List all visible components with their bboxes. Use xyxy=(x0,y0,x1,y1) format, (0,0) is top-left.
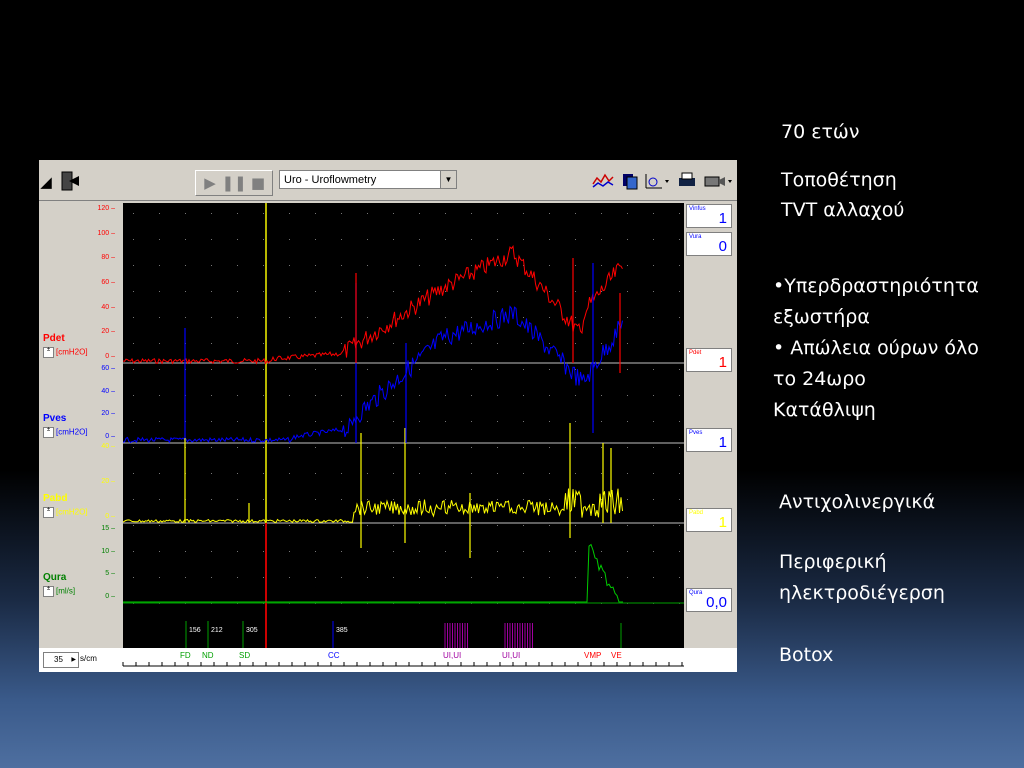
tick-pdet-100: 100 – xyxy=(97,229,115,237)
readout-pves: Pves 1 xyxy=(686,428,732,452)
up-down-icon[interactable]: ± xyxy=(43,347,54,358)
trace-pabd xyxy=(122,488,623,524)
event-ui-2: UI,UI xyxy=(502,651,520,660)
exit-door-icon[interactable] xyxy=(57,168,83,194)
tick-pdet-20: 20 – xyxy=(101,328,115,336)
mode-select-value: Uro - Uroflowmetry xyxy=(284,174,377,186)
tick-pabd-20: 20 – xyxy=(101,478,115,485)
trace-spikes xyxy=(184,258,621,558)
treatment-botox: Botox xyxy=(779,644,834,666)
treatment-stimulation-2: ηλεκτροδιέγερση xyxy=(779,582,945,604)
bullet-overactivity-2: εξωστήρα xyxy=(773,306,870,328)
tick-qura-10: 10 – xyxy=(101,547,115,555)
tick-qura-15: 15 – xyxy=(101,525,115,532)
channel-label-pabd: Pabd xyxy=(43,493,68,504)
tick-pves-60: 60 – xyxy=(101,365,115,372)
bullet-incontinence-2: το 24ωρο xyxy=(773,368,866,390)
tick-qura-5: 5 – xyxy=(105,570,115,578)
bullet-depression: Κατάθλιψη xyxy=(773,399,876,421)
event-fd: FD xyxy=(180,651,191,660)
readout-pabd: Pabd 1 xyxy=(686,508,732,532)
urodynamic-trace-plot: 156 212 305 385 xyxy=(122,203,684,649)
channel-label-qura: Qura xyxy=(43,572,67,583)
marker-label: 385 xyxy=(336,627,348,634)
arrow-tool-icon[interactable]: ◢ xyxy=(39,170,53,194)
tick-pdet-40: 40 – xyxy=(101,303,115,311)
tick-pves-20: 20 – xyxy=(101,410,115,418)
copy-icon[interactable] xyxy=(619,170,641,192)
trace-svg: 156 212 305 385 xyxy=(122,203,684,649)
tick-pabd-0: 0 – xyxy=(105,513,115,520)
event-sd: SD xyxy=(239,651,250,660)
event-ui-1: UI,UI xyxy=(443,651,461,660)
ui-event-marks xyxy=(444,623,622,649)
pause-icon[interactable]: ❚❚ xyxy=(221,173,246,193)
graph-settings-icon[interactable] xyxy=(591,170,615,192)
time-axis-svg: FD ND SD CC UI,UI UI,UI VMP VE xyxy=(122,651,684,667)
event-cc: CC xyxy=(328,651,340,660)
bullet-overactivity-1: •Υπερδραστηριότητα xyxy=(773,275,979,297)
mode-select[interactable]: Uro - Uroflowmetry ▼ xyxy=(279,170,457,189)
readout-vinfus: Vinfus 1 xyxy=(686,204,732,228)
tick-qura-0: 0 – xyxy=(105,593,115,600)
up-down-icon[interactable]: ± xyxy=(43,586,54,597)
camera-icon[interactable] xyxy=(701,170,735,192)
cursor-analysis-icon[interactable] xyxy=(643,170,671,192)
marker-label: 305 xyxy=(246,627,258,634)
urodynamics-window: ◢ ▶ ❚❚ ■ Uro - Uroflowmetry ▼ Pdet ± [cm… xyxy=(39,160,737,672)
event-ve: VE xyxy=(611,651,622,660)
up-down-icon[interactable]: ± xyxy=(43,427,54,438)
trace-pves xyxy=(122,305,623,444)
event-marker-212: 212 xyxy=(207,621,223,649)
tick-pves-0: 0 – xyxy=(105,433,115,440)
tick-pabd-40: 40 – xyxy=(101,443,115,450)
channel-label-pdet: Pdet xyxy=(43,333,65,344)
placement-line2: TVT αλλαχού xyxy=(781,199,905,221)
tick-pves-40: 40 – xyxy=(101,387,115,395)
tick-pdet-60: 60 – xyxy=(101,279,115,286)
tick-pdet-0: 0 – xyxy=(105,353,115,360)
trace-pdet xyxy=(122,245,623,365)
readout-vura: Vura 0 xyxy=(686,232,732,256)
stop-icon[interactable]: ■ xyxy=(248,173,268,193)
playback-controls: ▶ ❚❚ ■ xyxy=(195,170,273,196)
tick-pdet-120: 120 – xyxy=(97,205,115,212)
channel-label-pves: Pves xyxy=(43,413,67,424)
play-icon[interactable]: ▶ xyxy=(200,173,220,193)
marker-label: 156 xyxy=(189,627,201,634)
event-nd: ND xyxy=(202,651,214,660)
marker-label: 212 xyxy=(211,627,223,634)
treatment-stimulation-1: Περιφερική xyxy=(779,551,887,573)
event-marker-385: 385 xyxy=(332,621,348,649)
event-vmp: VMP xyxy=(584,651,601,660)
channel-scale-panel: Pdet ± [cmH2O] Pves ± [cmH2O] Pabd ± [cmH2O… xyxy=(39,202,123,648)
placement-line1: Τοποθέτηση xyxy=(781,169,897,191)
time-axis-bar: 35 ▶ s/cm FD ND SD CC UI,UI UI,UI VMP VE xyxy=(39,648,737,672)
tick-pdet-80: 80 – xyxy=(101,254,115,262)
value-readout-panel: Vinfus 1 Vura 0 Pdet 1 Pves 1 Pabd 1 Qura 0,0 xyxy=(684,202,737,648)
event-marker-156: 156 xyxy=(185,621,201,649)
readout-qura: Qura 0,0 xyxy=(686,588,732,612)
trace-qura xyxy=(123,543,623,603)
print-icon[interactable] xyxy=(675,170,699,192)
age-text: 70 ετών xyxy=(781,121,860,143)
bullet-incontinence-1: • Απώλεια ούρων όλο xyxy=(773,337,979,359)
channel-unit-qura[interactable]: ± [ml/s] xyxy=(43,586,75,597)
event-marker-305: 305 xyxy=(242,621,258,649)
treatment-anticholinergics: Αντιχολινεργικά xyxy=(779,491,936,513)
toolbar: ◢ ▶ ❚❚ ■ Uro - Uroflowmetry ▼ xyxy=(39,160,737,201)
readout-pdet: Pdet 1 xyxy=(686,348,732,372)
up-down-icon[interactable]: ± xyxy=(43,507,54,518)
chevron-down-icon[interactable]: ▼ xyxy=(440,171,456,188)
